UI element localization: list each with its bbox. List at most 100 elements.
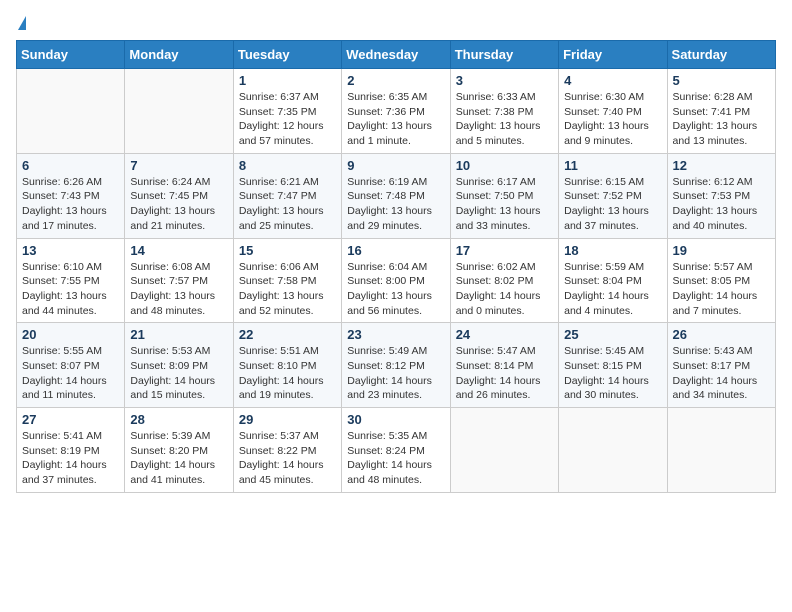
day-number: 15 [239,243,336,258]
calendar-header-row: SundayMondayTuesdayWednesdayThursdayFrid… [17,41,776,69]
day-info: Sunrise: 5:53 AM Sunset: 8:09 PM Dayligh… [130,344,227,403]
day-number: 26 [673,327,770,342]
day-number: 20 [22,327,119,342]
calendar-cell: 14 Sunrise: 6:08 AM Sunset: 7:57 PM Dayli… [125,238,233,323]
day-number: 9 [347,158,444,173]
day-number: 1 [239,73,336,88]
day-number: 7 [130,158,227,173]
day-number: 25 [564,327,661,342]
day-number: 18 [564,243,661,258]
calendar-cell: 5 Sunrise: 6:28 AM Sunset: 7:41 PM Daylig… [667,69,775,154]
calendar-cell: 26Sunrise: 5:43 AM Sunset: 8:17 PM Dayli… [667,323,775,408]
calendar-cell: 25 Sunrise: 5:45 AM Sunset: 8:15 PM Dayli… [559,323,667,408]
day-info: Sunrise: 6:10 AM Sunset: 7:55 PM Dayligh… [22,260,119,319]
day-number: 17 [456,243,553,258]
day-info: Sunrise: 6:21 AM Sunset: 7:47 PM Dayligh… [239,175,336,234]
day-number: 28 [130,412,227,427]
calendar-cell: 1Sunrise: 6:37 AM Sunset: 7:35 PM Daylig… [233,69,341,154]
day-info: Sunrise: 5:45 AM Sunset: 8:15 PM Dayligh… [564,344,661,403]
day-number: 22 [239,327,336,342]
calendar-cell: 30 Sunrise: 5:35 AM Sunset: 8:24 PM Dayli… [342,408,450,493]
calendar-cell: 16 Sunrise: 6:04 AM Sunset: 8:00 PM Dayli… [342,238,450,323]
day-number: 29 [239,412,336,427]
logo [16,16,26,30]
day-info: Sunrise: 5:49 AM Sunset: 8:12 PM Dayligh… [347,344,444,403]
calendar-cell: 21 Sunrise: 5:53 AM Sunset: 8:09 PM Dayli… [125,323,233,408]
day-info: Sunrise: 6:15 AM Sunset: 7:52 PM Dayligh… [564,175,661,234]
day-info: Sunrise: 6:12 AM Sunset: 7:53 PM Dayligh… [673,175,770,234]
calendar-cell: 2 Sunrise: 6:35 AM Sunset: 7:36 PM Daylig… [342,69,450,154]
day-number: 16 [347,243,444,258]
day-number: 30 [347,412,444,427]
column-header-monday: Monday [125,41,233,69]
day-info: Sunrise: 6:28 AM Sunset: 7:41 PM Dayligh… [673,90,770,149]
day-number: 6 [22,158,119,173]
day-number: 13 [22,243,119,258]
calendar-cell [17,69,125,154]
calendar-cell: 27 Sunrise: 5:41 AM Sunset: 8:19 PM Dayli… [17,408,125,493]
day-info: Sunrise: 6:17 AM Sunset: 7:50 PM Dayligh… [456,175,553,234]
day-info: Sunrise: 6:06 AM Sunset: 7:58 PM Dayligh… [239,260,336,319]
calendar-week-3: 13 Sunrise: 6:10 AM Sunset: 7:55 PM Dayli… [17,238,776,323]
calendar-week-1: 1Sunrise: 6:37 AM Sunset: 7:35 PM Daylig… [17,69,776,154]
calendar-cell [559,408,667,493]
day-info: Sunrise: 5:35 AM Sunset: 8:24 PM Dayligh… [347,429,444,488]
calendar-cell: 29 Sunrise: 5:37 AM Sunset: 8:22 PM Dayli… [233,408,341,493]
column-header-saturday: Saturday [667,41,775,69]
day-info: Sunrise: 6:08 AM Sunset: 7:57 PM Dayligh… [130,260,227,319]
calendar-cell: 3Sunrise: 6:33 AM Sunset: 7:38 PM Daylig… [450,69,558,154]
calendar-table: SundayMondayTuesdayWednesdayThursdayFrid… [16,40,776,493]
day-number: 2 [347,73,444,88]
calendar-cell: 24Sunrise: 5:47 AM Sunset: 8:14 PM Dayli… [450,323,558,408]
column-header-sunday: Sunday [17,41,125,69]
day-number: 12 [673,158,770,173]
page-header [16,16,776,30]
day-info: Sunrise: 6:19 AM Sunset: 7:48 PM Dayligh… [347,175,444,234]
calendar-cell: 28Sunrise: 5:39 AM Sunset: 8:20 PM Dayli… [125,408,233,493]
day-number: 5 [673,73,770,88]
calendar-cell [450,408,558,493]
day-info: Sunrise: 5:57 AM Sunset: 8:05 PM Dayligh… [673,260,770,319]
day-info: Sunrise: 5:59 AM Sunset: 8:04 PM Dayligh… [564,260,661,319]
day-info: Sunrise: 6:26 AM Sunset: 7:43 PM Dayligh… [22,175,119,234]
day-number: 24 [456,327,553,342]
day-info: Sunrise: 6:33 AM Sunset: 7:38 PM Dayligh… [456,90,553,149]
column-header-tuesday: Tuesday [233,41,341,69]
calendar-cell: 9 Sunrise: 6:19 AM Sunset: 7:48 PM Daylig… [342,153,450,238]
calendar-cell [667,408,775,493]
day-info: Sunrise: 6:35 AM Sunset: 7:36 PM Dayligh… [347,90,444,149]
day-info: Sunrise: 6:30 AM Sunset: 7:40 PM Dayligh… [564,90,661,149]
day-number: 27 [22,412,119,427]
day-info: Sunrise: 5:37 AM Sunset: 8:22 PM Dayligh… [239,429,336,488]
day-number: 21 [130,327,227,342]
calendar-cell: 20Sunrise: 5:55 AM Sunset: 8:07 PM Dayli… [17,323,125,408]
column-header-wednesday: Wednesday [342,41,450,69]
day-number: 11 [564,158,661,173]
calendar-week-4: 20Sunrise: 5:55 AM Sunset: 8:07 PM Dayli… [17,323,776,408]
calendar-cell: 6 Sunrise: 6:26 AM Sunset: 7:43 PM Daylig… [17,153,125,238]
calendar-week-5: 27 Sunrise: 5:41 AM Sunset: 8:19 PM Dayli… [17,408,776,493]
day-number: 8 [239,158,336,173]
day-number: 23 [347,327,444,342]
column-header-thursday: Thursday [450,41,558,69]
calendar-cell: 12 Sunrise: 6:12 AM Sunset: 7:53 PM Dayli… [667,153,775,238]
day-number: 4 [564,73,661,88]
calendar-cell [125,69,233,154]
day-number: 19 [673,243,770,258]
calendar-cell: 8 Sunrise: 6:21 AM Sunset: 7:47 PM Daylig… [233,153,341,238]
calendar-cell: 17 Sunrise: 6:02 AM Sunset: 8:02 PM Dayli… [450,238,558,323]
column-header-friday: Friday [559,41,667,69]
day-info: Sunrise: 5:51 AM Sunset: 8:10 PM Dayligh… [239,344,336,403]
day-number: 14 [130,243,227,258]
day-info: Sunrise: 6:02 AM Sunset: 8:02 PM Dayligh… [456,260,553,319]
calendar-cell: 10Sunrise: 6:17 AM Sunset: 7:50 PM Dayli… [450,153,558,238]
calendar-cell: 19 Sunrise: 5:57 AM Sunset: 8:05 PM Dayli… [667,238,775,323]
calendar-cell: 23 Sunrise: 5:49 AM Sunset: 8:12 PM Dayli… [342,323,450,408]
calendar-cell: 7Sunrise: 6:24 AM Sunset: 7:45 PM Daylig… [125,153,233,238]
logo-icon [18,16,26,30]
calendar-cell: 18 Sunrise: 5:59 AM Sunset: 8:04 PM Dayli… [559,238,667,323]
calendar-cell: 11 Sunrise: 6:15 AM Sunset: 7:52 PM Dayli… [559,153,667,238]
day-info: Sunrise: 5:41 AM Sunset: 8:19 PM Dayligh… [22,429,119,488]
day-info: Sunrise: 6:04 AM Sunset: 8:00 PM Dayligh… [347,260,444,319]
calendar-cell: 13 Sunrise: 6:10 AM Sunset: 7:55 PM Dayli… [17,238,125,323]
